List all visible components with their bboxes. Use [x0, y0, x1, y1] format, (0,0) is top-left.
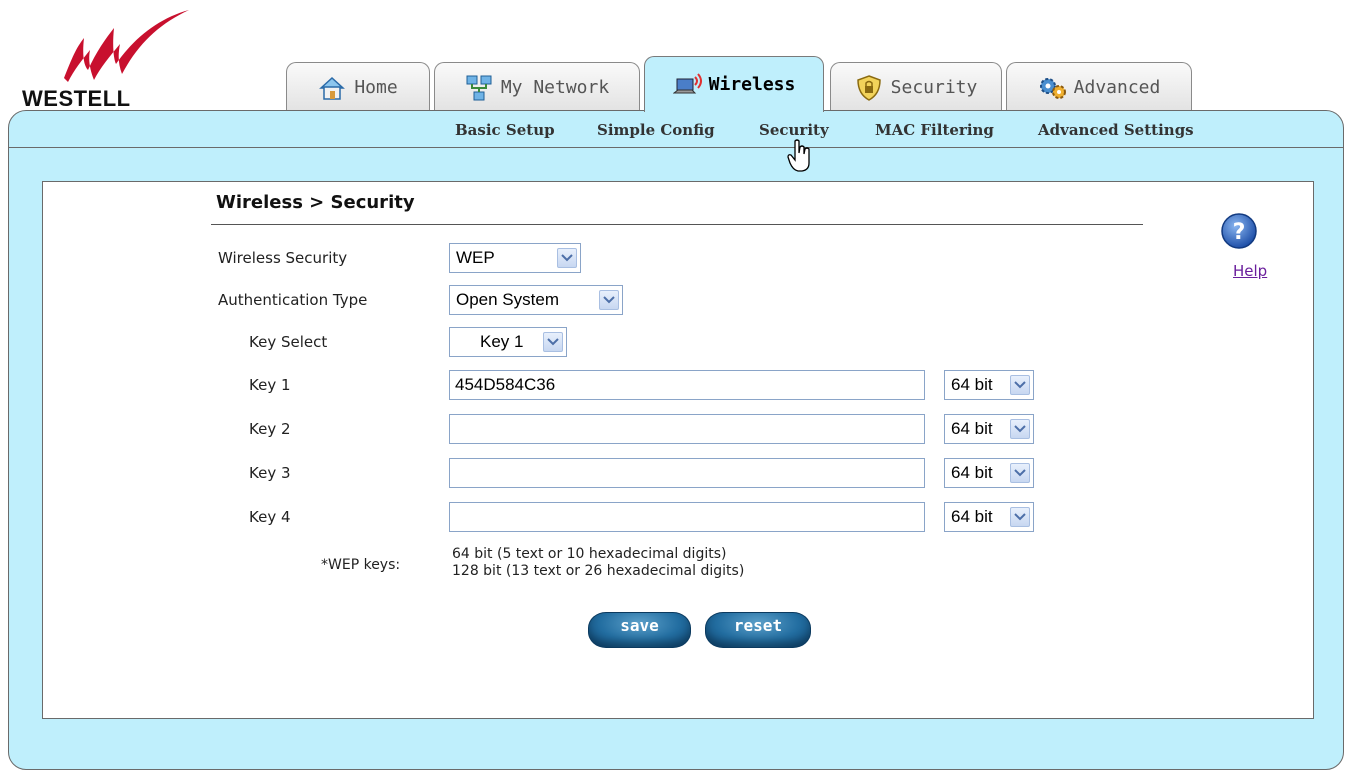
subnav-simple-config[interactable]: Simple Config — [597, 121, 715, 139]
chevron-down-icon — [1010, 419, 1030, 439]
subnav-divider — [9, 147, 1343, 148]
subnav-basic-setup[interactable]: Basic Setup — [455, 121, 555, 139]
key-4-label: Key 4 — [249, 508, 291, 526]
tab-security[interactable]: Security — [830, 62, 1002, 112]
wireless-security-label: Wireless Security — [218, 249, 348, 267]
tab-wireless[interactable]: Wireless — [644, 56, 824, 112]
key-select-label: Key Select — [249, 333, 328, 351]
content-box: Wireless > Security ? Help Wireless Secu… — [42, 181, 1314, 719]
key-1-size-select[interactable]: 64 bit — [944, 370, 1034, 400]
chevron-down-icon — [543, 332, 563, 352]
key-2-input[interactable] — [449, 414, 925, 444]
wireless-security-value: WEP — [456, 248, 495, 267]
chevron-down-icon — [1010, 375, 1030, 395]
key-4-size-value: 64 bit — [951, 507, 993, 526]
key-select-value: Key 1 — [480, 332, 524, 351]
key-3-size-select[interactable]: 64 bit — [944, 458, 1034, 488]
auth-type-value: Open System — [456, 290, 559, 309]
key-select-select[interactable]: Key 1 — [449, 327, 567, 357]
key-1-size-value: 64 bit — [951, 375, 993, 394]
chevron-down-icon — [557, 248, 577, 268]
tab-home-label: Home — [354, 77, 398, 98]
gears-icon — [1038, 74, 1066, 102]
wireless-laptop-icon — [672, 71, 702, 99]
auth-type-select[interactable]: Open System — [449, 285, 623, 315]
tab-home[interactable]: Home — [286, 62, 430, 112]
chevron-down-icon — [599, 290, 619, 310]
title-divider — [211, 224, 1143, 225]
chevron-down-icon — [1010, 463, 1030, 483]
chevron-down-icon — [1010, 507, 1030, 527]
network-icon — [465, 74, 493, 102]
key-1-label: Key 1 — [249, 376, 291, 394]
page-title: Wireless > Security — [216, 192, 415, 213]
key-3-size-value: 64 bit — [951, 463, 993, 482]
wep-keys-note-line-2: 128 bit (13 text or 26 hexadecimal digit… — [452, 563, 745, 579]
svg-text:?: ? — [1233, 220, 1246, 245]
key-3-input[interactable] — [449, 458, 925, 488]
wep-keys-note-line-1: 64 bit (5 text or 10 hexadecimal digits) — [452, 546, 727, 562]
tab-security-label: Security — [890, 77, 978, 98]
subnav: Basic Setup Simple Config Security MAC F… — [9, 119, 1343, 145]
westell-logo-mark-icon — [64, 10, 189, 82]
key-3-label: Key 3 — [249, 464, 291, 482]
help-icon[interactable]: ? — [1220, 212, 1258, 254]
subnav-security[interactable]: Security — [759, 121, 829, 139]
tab-my-network-label: My Network — [500, 77, 610, 98]
main-panel: Basic Setup Simple Config Security MAC F… — [8, 110, 1344, 770]
key-1-input[interactable]: 454D584C36 — [449, 370, 925, 400]
tab-advanced[interactable]: Advanced — [1006, 62, 1192, 112]
help-link[interactable]: Help — [1233, 262, 1267, 280]
brand-name: WESTELL — [22, 86, 131, 111]
key-4-size-select[interactable]: 64 bit — [944, 502, 1034, 532]
key-1-value: 454D584C36 — [455, 375, 556, 394]
shield-icon — [855, 74, 883, 102]
save-button[interactable]: save — [588, 612, 691, 648]
key-2-label: Key 2 — [249, 420, 291, 438]
subnav-mac-filtering[interactable]: MAC Filtering — [875, 121, 994, 139]
wep-keys-note-label: *WEP keys: — [321, 557, 401, 573]
wireless-security-select[interactable]: WEP — [449, 243, 581, 273]
tab-my-network[interactable]: My Network — [434, 62, 640, 112]
westell-logo: WESTELL — [22, 8, 192, 111]
key-2-size-value: 64 bit — [951, 419, 993, 438]
tab-advanced-label: Advanced — [1073, 77, 1161, 98]
auth-type-label: Authentication Type — [218, 291, 368, 309]
hand-cursor-icon — [787, 139, 813, 177]
home-icon — [318, 74, 346, 102]
tab-wireless-label: Wireless — [708, 74, 796, 95]
reset-button[interactable]: reset — [705, 612, 811, 648]
subnav-advanced-settings[interactable]: Advanced Settings — [1038, 121, 1194, 139]
key-4-input[interactable] — [449, 502, 925, 532]
key-2-size-select[interactable]: 64 bit — [944, 414, 1034, 444]
